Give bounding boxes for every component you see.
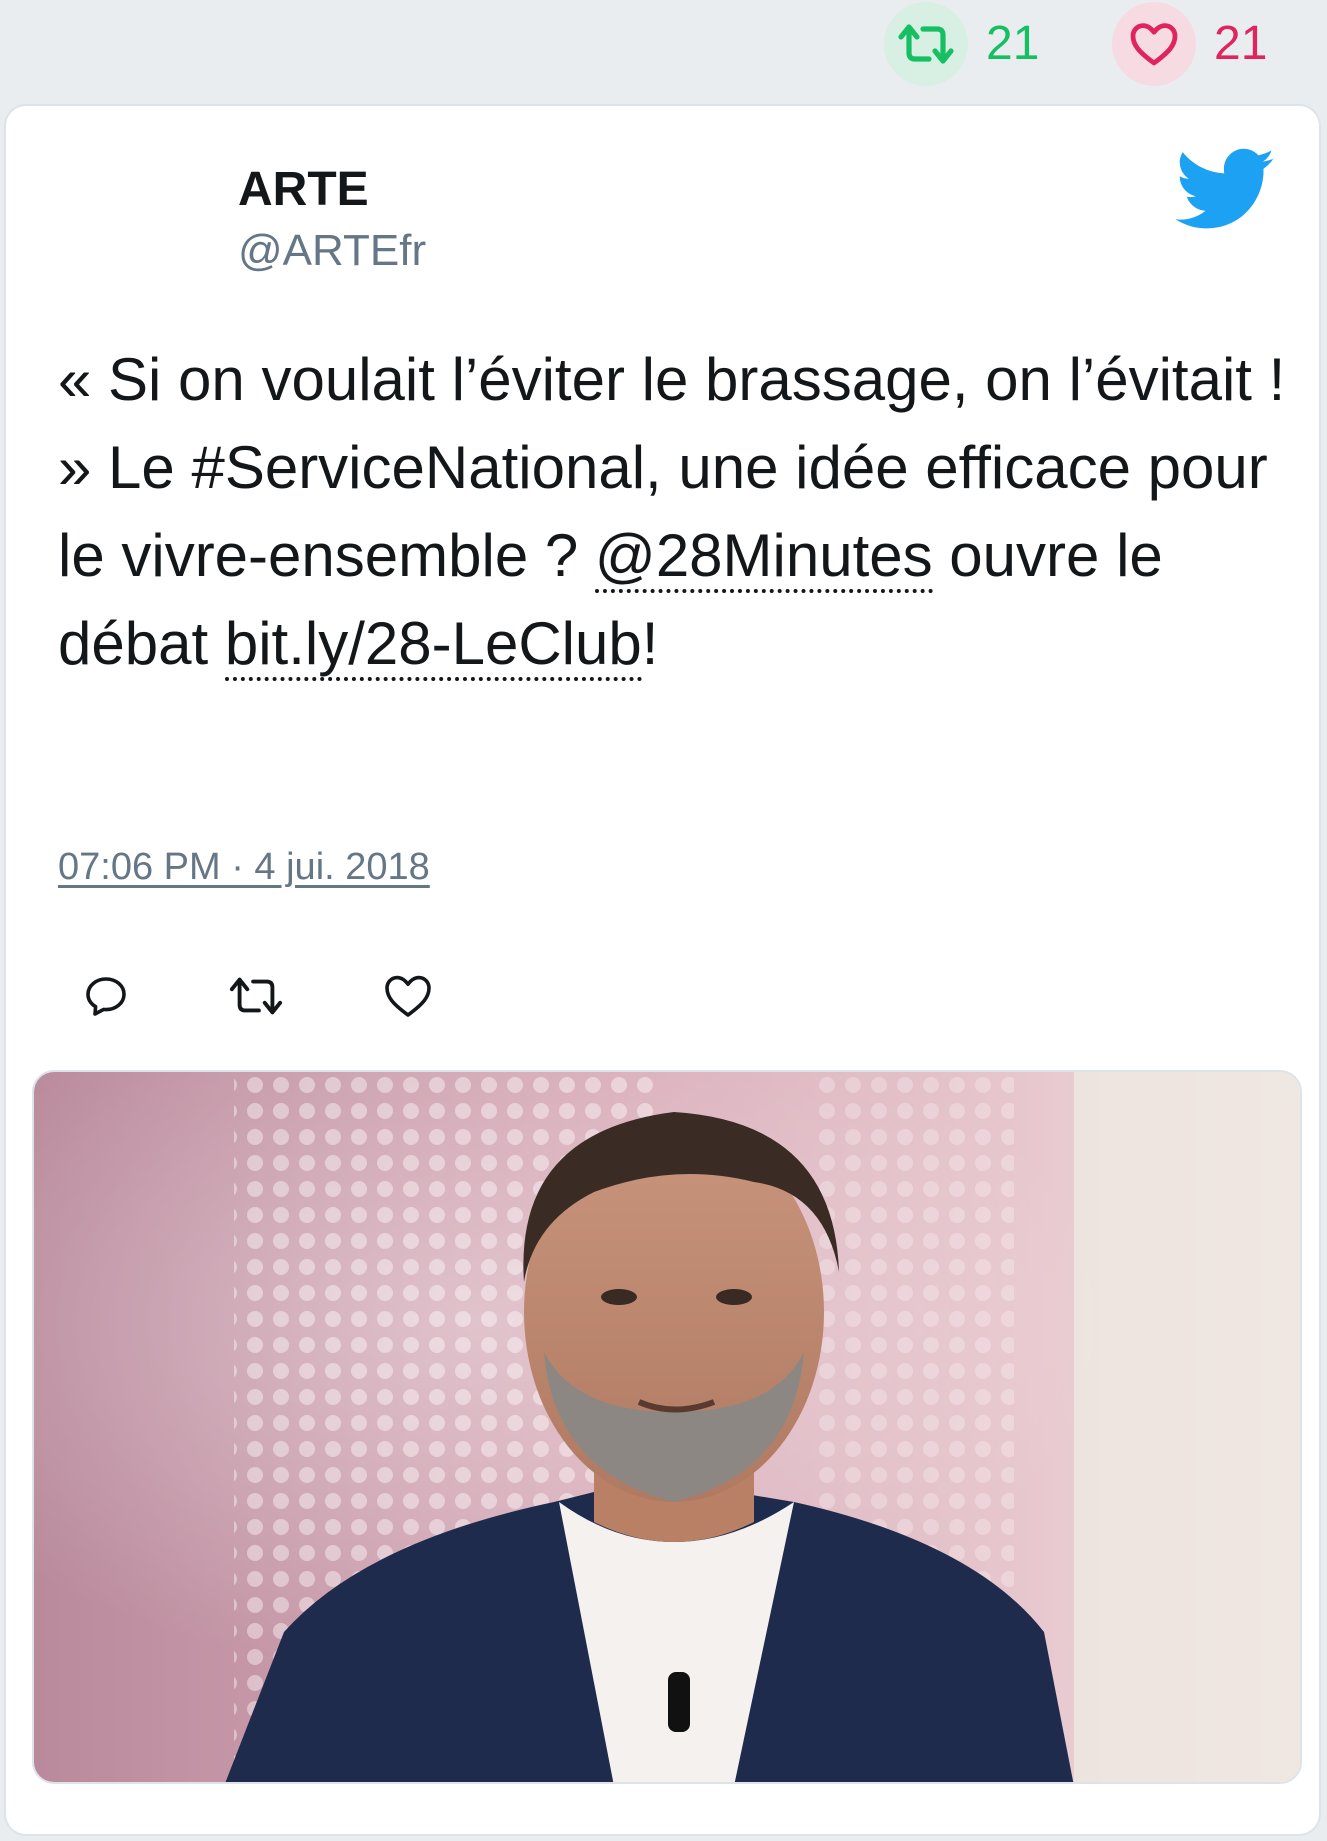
author-handle[interactable]: @ARTEfr: [238, 226, 426, 276]
tweet-media-image[interactable]: [32, 1070, 1302, 1784]
retweet-stat[interactable]: 21: [884, 2, 1039, 86]
tweet-actions: [78, 968, 436, 1024]
reply-icon[interactable]: [78, 968, 134, 1024]
like-stat[interactable]: 21: [1112, 2, 1267, 86]
author-name[interactable]: ARTE: [238, 162, 369, 217]
tweet-card: ARTE @ARTEfr « Si on voulait l’éviter le…: [4, 104, 1321, 1836]
retweet-count: 21: [986, 17, 1040, 70]
tweet-text-part: !: [641, 610, 659, 677]
tweet-timestamp[interactable]: 07:06 PM · 4 jui. 2018: [58, 846, 430, 889]
retweet-icon[interactable]: [884, 2, 968, 86]
mention-link[interactable]: @28Minutes: [594, 522, 933, 593]
engagement-summary: 21 21: [0, 0, 1327, 100]
tweet-text: « Si on voulait l’éviter le brassage, on…: [58, 336, 1288, 688]
twitter-bird-icon[interactable]: [1175, 148, 1276, 232]
heart-icon[interactable]: [380, 968, 436, 1024]
heart-icon[interactable]: [1112, 2, 1196, 86]
like-count: 21: [1214, 17, 1268, 70]
retweet-icon[interactable]: [228, 968, 284, 1024]
url-link[interactable]: bit.ly/28-LeClub: [224, 610, 642, 681]
